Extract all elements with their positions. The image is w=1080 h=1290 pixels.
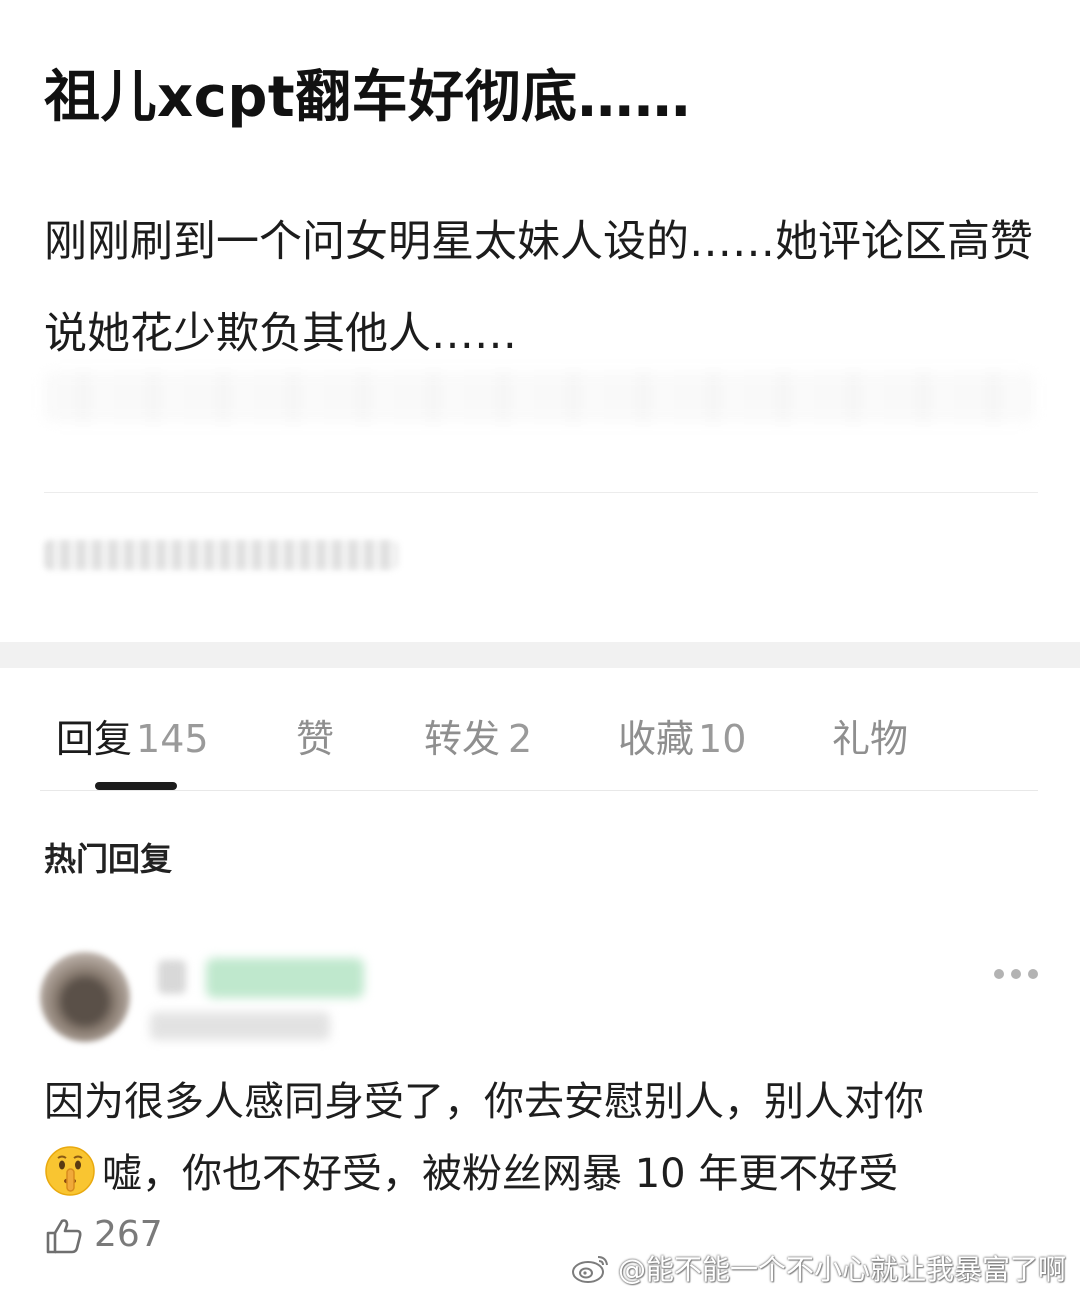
post-body: 刚刚刷到一个问女明星太妹人设的……她评论区高赞说她花少欺负其他人…… xyxy=(44,217,1033,359)
tab-label: 回复 xyxy=(56,717,133,761)
hot-replies-heading: 热门回复 xyxy=(44,840,173,878)
blurred-user-badge xyxy=(158,960,186,994)
comment-line: 嘘，你也不好受，被粉丝网暴 10 年更不好受 xyxy=(102,1151,899,1197)
divider xyxy=(44,492,1038,493)
blurred-timestamp xyxy=(150,1012,330,1040)
tab-gifts[interactable]: 礼物 xyxy=(832,708,908,763)
blurred-post-meta xyxy=(44,540,398,570)
weibo-logo-icon xyxy=(571,1256,608,1283)
thumbs-up-icon xyxy=(46,1219,82,1254)
tab-label: 收藏 xyxy=(618,717,695,761)
shushing-face-icon xyxy=(45,1146,95,1196)
active-tab-indicator xyxy=(95,782,177,790)
tab-label: 赞 xyxy=(296,717,335,761)
interaction-tabs: 回复 145 赞 转发 2 收藏 10 礼物 xyxy=(0,668,1080,790)
comment-line: 因为很多人感同身受了，你去安慰别人，别人对你 xyxy=(44,1079,924,1125)
comment-text: 因为很多人感同身受了，你去安慰别人，别人对你 嘘，你也不好受，被粉丝网暴 10 … xyxy=(44,1066,1054,1210)
blurred-username[interactable] xyxy=(206,958,364,998)
more-options-icon[interactable] xyxy=(994,966,1038,982)
avatar[interactable] xyxy=(40,952,130,1042)
tab-favorites[interactable]: 收藏 10 xyxy=(618,708,746,763)
tab-label: 礼物 xyxy=(832,717,909,761)
comment-line-with-emoji: 嘘，你也不好受，被粉丝网暴 10 年更不好受 xyxy=(44,1138,1054,1210)
blurred-post-text xyxy=(44,372,1034,422)
tab-count: 145 xyxy=(136,717,209,761)
watermark-text: @能不能一个不小心就让我暴富了啊 xyxy=(617,1253,1066,1286)
section-separator xyxy=(0,642,1080,668)
tab-count: 10 xyxy=(698,717,747,761)
like-count: 267 xyxy=(94,1214,163,1255)
tab-label: 转发 xyxy=(424,717,501,761)
post-title: 祖儿xcpt翻车好彻底…… xyxy=(44,65,691,130)
tab-likes[interactable]: 赞 xyxy=(296,708,334,763)
watermark: @能不能一个不小心就让我暴富了啊 xyxy=(570,1248,1066,1288)
tab-replies[interactable]: 回复 145 xyxy=(56,708,209,763)
comment-item: 因为很多人感同身受了，你去安慰别人，别人对你 嘘，你也不好受，被粉丝网暴 10 … xyxy=(0,940,1080,1290)
tab-count: 2 xyxy=(508,717,533,761)
post-card: 祖儿xcpt翻车好彻底…… 刚刚刷到一个问女明星太妹人设的……她评论区高赞说她花… xyxy=(0,0,1080,642)
tab-reposts[interactable]: 转发 2 xyxy=(424,708,532,763)
divider xyxy=(40,790,1038,791)
